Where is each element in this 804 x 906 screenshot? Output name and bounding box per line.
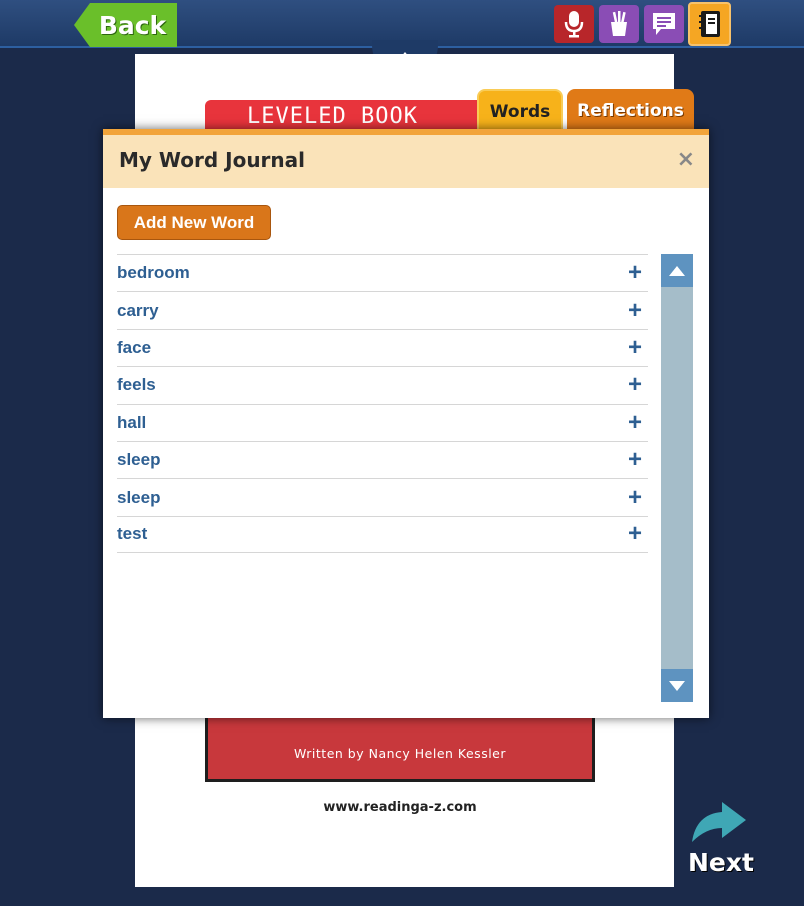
- cup-icon: [611, 11, 627, 36]
- list-item[interactable]: face +: [117, 328, 648, 366]
- panel-header: My Word Journal ×: [103, 135, 709, 188]
- word-list-scrollbar[interactable]: [661, 254, 693, 702]
- word-label: test: [117, 524, 148, 544]
- list-item[interactable]: feels +: [117, 366, 648, 403]
- tab-words[interactable]: Words: [477, 89, 563, 133]
- back-button[interactable]: Back: [74, 3, 177, 47]
- word-label: face: [117, 337, 152, 357]
- next-label: Next: [688, 848, 754, 877]
- expand-plus-icon[interactable]: +: [628, 298, 642, 323]
- scroll-down-button[interactable]: [661, 669, 693, 702]
- expand-plus-icon[interactable]: +: [628, 410, 642, 435]
- word-label: sleep: [117, 450, 161, 470]
- panel-title: My Word Journal: [119, 148, 306, 172]
- word-journal-panel: My Word Journal × Add New Word bedroom +…: [103, 129, 709, 718]
- expand-plus-icon[interactable]: +: [628, 261, 642, 285]
- list-item[interactable]: sleep +: [117, 440, 648, 478]
- journal-icon: [698, 11, 720, 37]
- expand-plus-icon[interactable]: +: [628, 335, 642, 360]
- word-label: feels: [117, 375, 156, 395]
- word-label: sleep: [117, 487, 161, 507]
- next-button[interactable]: Next: [684, 800, 754, 886]
- list-item[interactable]: bedroom +: [117, 254, 648, 291]
- arrow-up-icon: [669, 265, 685, 276]
- list-item[interactable]: carry +: [117, 291, 648, 328]
- author-credit: Written by Nancy Helen Kessler: [293, 746, 507, 761]
- website-url: www.readinga-z.com: [323, 800, 477, 815]
- add-new-word-button[interactable]: Add New Word: [117, 205, 271, 240]
- comment-button[interactable]: [644, 5, 684, 43]
- expand-plus-icon[interactable]: +: [628, 522, 642, 546]
- curved-arrow-icon: [692, 802, 746, 842]
- expand-plus-icon[interactable]: +: [628, 373, 642, 397]
- microphone-icon: [564, 11, 584, 38]
- word-label: bedroom: [117, 263, 190, 283]
- word-label: carry: [117, 300, 159, 320]
- word-list: bedroom + carry + face + feels + hall + …: [117, 254, 648, 554]
- expand-plus-icon[interactable]: +: [628, 448, 642, 472]
- tools-button[interactable]: [599, 5, 639, 43]
- journal-button[interactable]: [688, 2, 731, 46]
- record-button[interactable]: [554, 5, 594, 43]
- word-label: hall: [117, 412, 147, 432]
- speech-bubble-icon: [653, 13, 675, 35]
- scroll-up-button[interactable]: [661, 254, 693, 287]
- list-item[interactable]: hall +: [117, 403, 648, 441]
- tab-reflections[interactable]: Reflections: [567, 89, 694, 133]
- list-item[interactable]: test +: [117, 515, 648, 554]
- close-icon[interactable]: ×: [677, 147, 695, 172]
- list-item[interactable]: sleep +: [117, 478, 648, 515]
- arrow-down-icon: [669, 680, 685, 691]
- expand-plus-icon[interactable]: +: [628, 485, 642, 510]
